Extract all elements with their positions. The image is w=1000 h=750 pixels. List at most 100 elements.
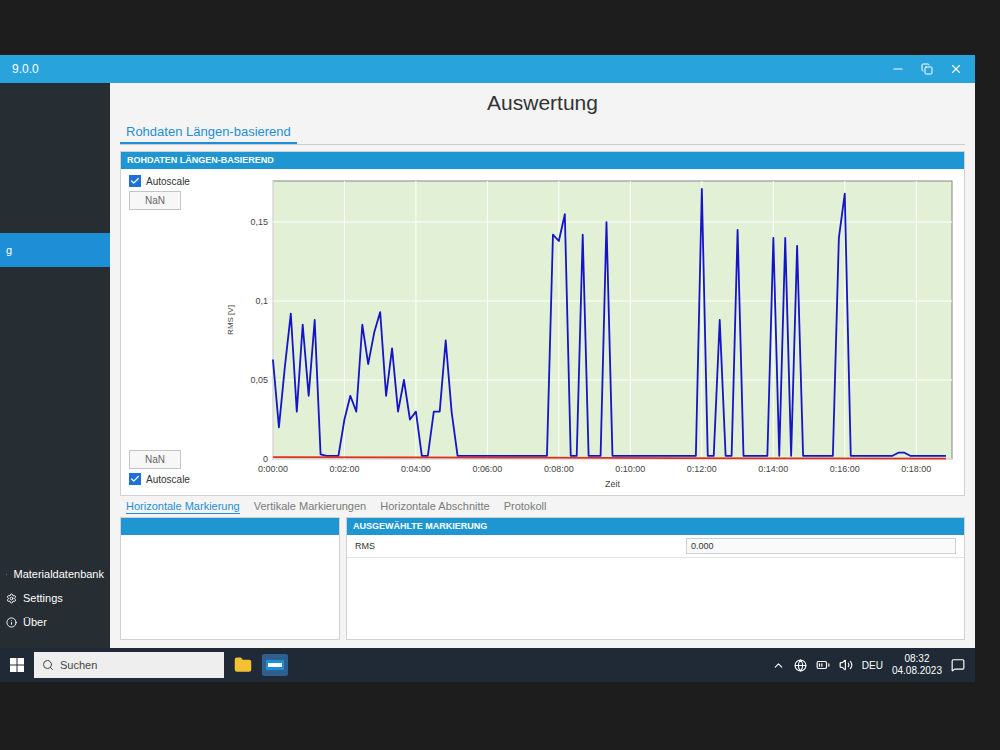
subtab[interactable]: Vertikale Markierungen: [254, 500, 367, 514]
bottom-panels: AUSGEWÄHLTE MARKIERUNG RMS 0.000: [120, 517, 965, 640]
grid-line: [630, 181, 631, 459]
battery-icon[interactable]: [816, 658, 830, 672]
series-line: [273, 457, 946, 459]
x-tick-label: 0:08:00: [544, 464, 574, 474]
selected-marking-panel: AUSGEWÄHLTE MARKIERUNG RMS 0.000: [346, 517, 965, 640]
x-axis-label: Zeit: [605, 479, 620, 489]
y-tick-label: 0,05: [250, 375, 267, 385]
clock-date: 04.08.2023: [892, 665, 942, 678]
sidebar-item-icon: [6, 569, 7, 580]
chart-area: AutoscaleNaNNaNAutoscale0:00:000:02:000:…: [121, 169, 964, 495]
x-tick-label: 0:10:00: [615, 464, 645, 474]
search-icon: [42, 659, 54, 671]
y-tick-label: 0: [263, 454, 268, 464]
sidebar-item-icon: [6, 593, 17, 604]
x-tick: 0:04:00: [401, 181, 431, 474]
content: AuswertungRohdaten Längen-basierendROHDA…: [110, 83, 975, 648]
series-line: [273, 189, 946, 456]
restore-icon[interactable]: [921, 63, 933, 75]
grid-line: [558, 181, 559, 459]
close-icon[interactable]: [949, 62, 963, 76]
folder-icon[interactable]: [234, 656, 252, 674]
sidebar-item-label: g: [6, 244, 12, 256]
network-icon[interactable]: [794, 659, 807, 672]
taskbar-search[interactable]: Suchen: [34, 652, 224, 678]
page: 9.0.0 g Materialdatenbank Settings Über Auswe…: [0, 0, 1000, 750]
y-range-field[interactable]: NaN: [129, 191, 181, 210]
taskbar: Suchen DEU 08:3204.08.2023: [0, 648, 975, 682]
x-range-field[interactable]: NaN: [129, 450, 181, 469]
x-tick-label: 0:18:00: [901, 464, 931, 474]
grid-line: [487, 181, 488, 459]
check-icon: [130, 176, 140, 186]
x-tick: 0:10:00: [615, 181, 645, 474]
x-tick: 0:06:00: [472, 181, 502, 474]
x-tick-label: 0:00:00: [258, 464, 288, 474]
x-tick-label: 0:12:00: [687, 464, 717, 474]
checkbox-box[interactable]: [129, 175, 141, 187]
sidebar-item-label: Materialdatenbank: [13, 568, 104, 580]
x-controls: NaN Autoscale: [129, 450, 221, 485]
y-tick: 0,15: [250, 217, 952, 227]
x-tick-label: 0:04:00: [401, 464, 431, 474]
window-controls: [891, 62, 963, 76]
sidebar-item-label: Über: [23, 616, 47, 628]
subtab[interactable]: Horizontale Abschnitte: [380, 500, 489, 514]
y-tick-label: 0,15: [250, 217, 267, 227]
notification-icon[interactable]: [951, 658, 965, 672]
app-icon[interactable]: [262, 654, 288, 676]
volume-icon[interactable]: [839, 658, 853, 672]
grid-line: [916, 181, 917, 459]
sidebar-item[interactable]: Materialdatenbank: [0, 562, 110, 586]
checkbox-label: Autoscale: [146, 176, 190, 187]
grid-line: [773, 181, 774, 459]
x-tick: 0:18:00: [901, 181, 931, 474]
sidebar-spacer: [0, 267, 110, 562]
x-tick-label: 0:14:00: [758, 464, 788, 474]
page-title: Auswertung: [120, 83, 965, 121]
tab[interactable]: Rohdaten Längen-basierend: [120, 121, 297, 144]
clock-time: 08:32: [904, 653, 929, 666]
subtab[interactable]: Horizontale Markierung: [126, 500, 240, 514]
chevron-up-icon[interactable]: [772, 659, 785, 672]
subtab[interactable]: Protokoll: [504, 500, 547, 514]
screen: 9.0.0 g Materialdatenbank Settings Über Auswe…: [0, 55, 975, 682]
grid-line: [273, 222, 952, 223]
grid-line: [273, 380, 952, 381]
sidebar-item[interactable]: g: [0, 233, 110, 267]
app-body: g Materialdatenbank Settings Über Auswertung…: [0, 83, 975, 648]
grid-line: [272, 181, 273, 459]
minimize-icon[interactable]: [891, 62, 905, 76]
tab-row: Rohdaten Längen-basierend: [120, 121, 965, 145]
rms-chart[interactable]: 0:00:00 0:02:00 0:04:00 0:06:00 0:08:00 0:10:…: [221, 173, 960, 493]
grid-line: [273, 301, 952, 302]
panel-header: AUSGEWÄHLTE MARKIERUNG: [347, 518, 964, 535]
chart-panel: ROHDATEN LÄNGEN-BASIERENDAutoscaleNaNNaN…: [120, 151, 965, 496]
chart-controls: Autoscale NaN NaN Autoscale: [125, 173, 221, 493]
window-title: 9.0.0: [12, 62, 39, 76]
panel-header: [121, 518, 339, 535]
y-controls: Autoscale NaN: [129, 175, 221, 210]
sidebar-item-icon: [6, 617, 17, 628]
windows-logo-icon[interactable]: [10, 658, 24, 672]
checkbox-box[interactable]: [129, 473, 141, 485]
x-tick-label: 0:02:00: [329, 464, 359, 474]
x-tick: 0:14:00: [758, 181, 788, 474]
subtab-row: Horizontale Markierung Vertikale Markieru…: [120, 496, 965, 517]
search-placeholder: Suchen: [60, 659, 97, 671]
title-bar: 9.0.0: [0, 55, 975, 83]
y-tick-label: 0,1: [255, 296, 267, 306]
clock[interactable]: 08:3204.08.2023: [892, 653, 942, 678]
language-indicator[interactable]: DEU: [862, 660, 883, 671]
autoscale-checkbox[interactable]: Autoscale: [129, 175, 190, 187]
sidebar-item[interactable]: Settings: [0, 586, 110, 610]
sidebar-item[interactable]: Über: [0, 610, 110, 634]
system-tray: DEU 08:3204.08.2023: [772, 653, 965, 678]
checkbox-label: Autoscale: [146, 474, 190, 485]
sidebar-item-label: Settings: [23, 592, 63, 604]
field-label: RMS: [355, 541, 375, 551]
x-tick: 0:02:00: [329, 181, 359, 474]
field-value[interactable]: 0.000: [686, 538, 956, 554]
check-icon: [130, 474, 140, 484]
autoscale-checkbox[interactable]: Autoscale: [129, 473, 190, 485]
